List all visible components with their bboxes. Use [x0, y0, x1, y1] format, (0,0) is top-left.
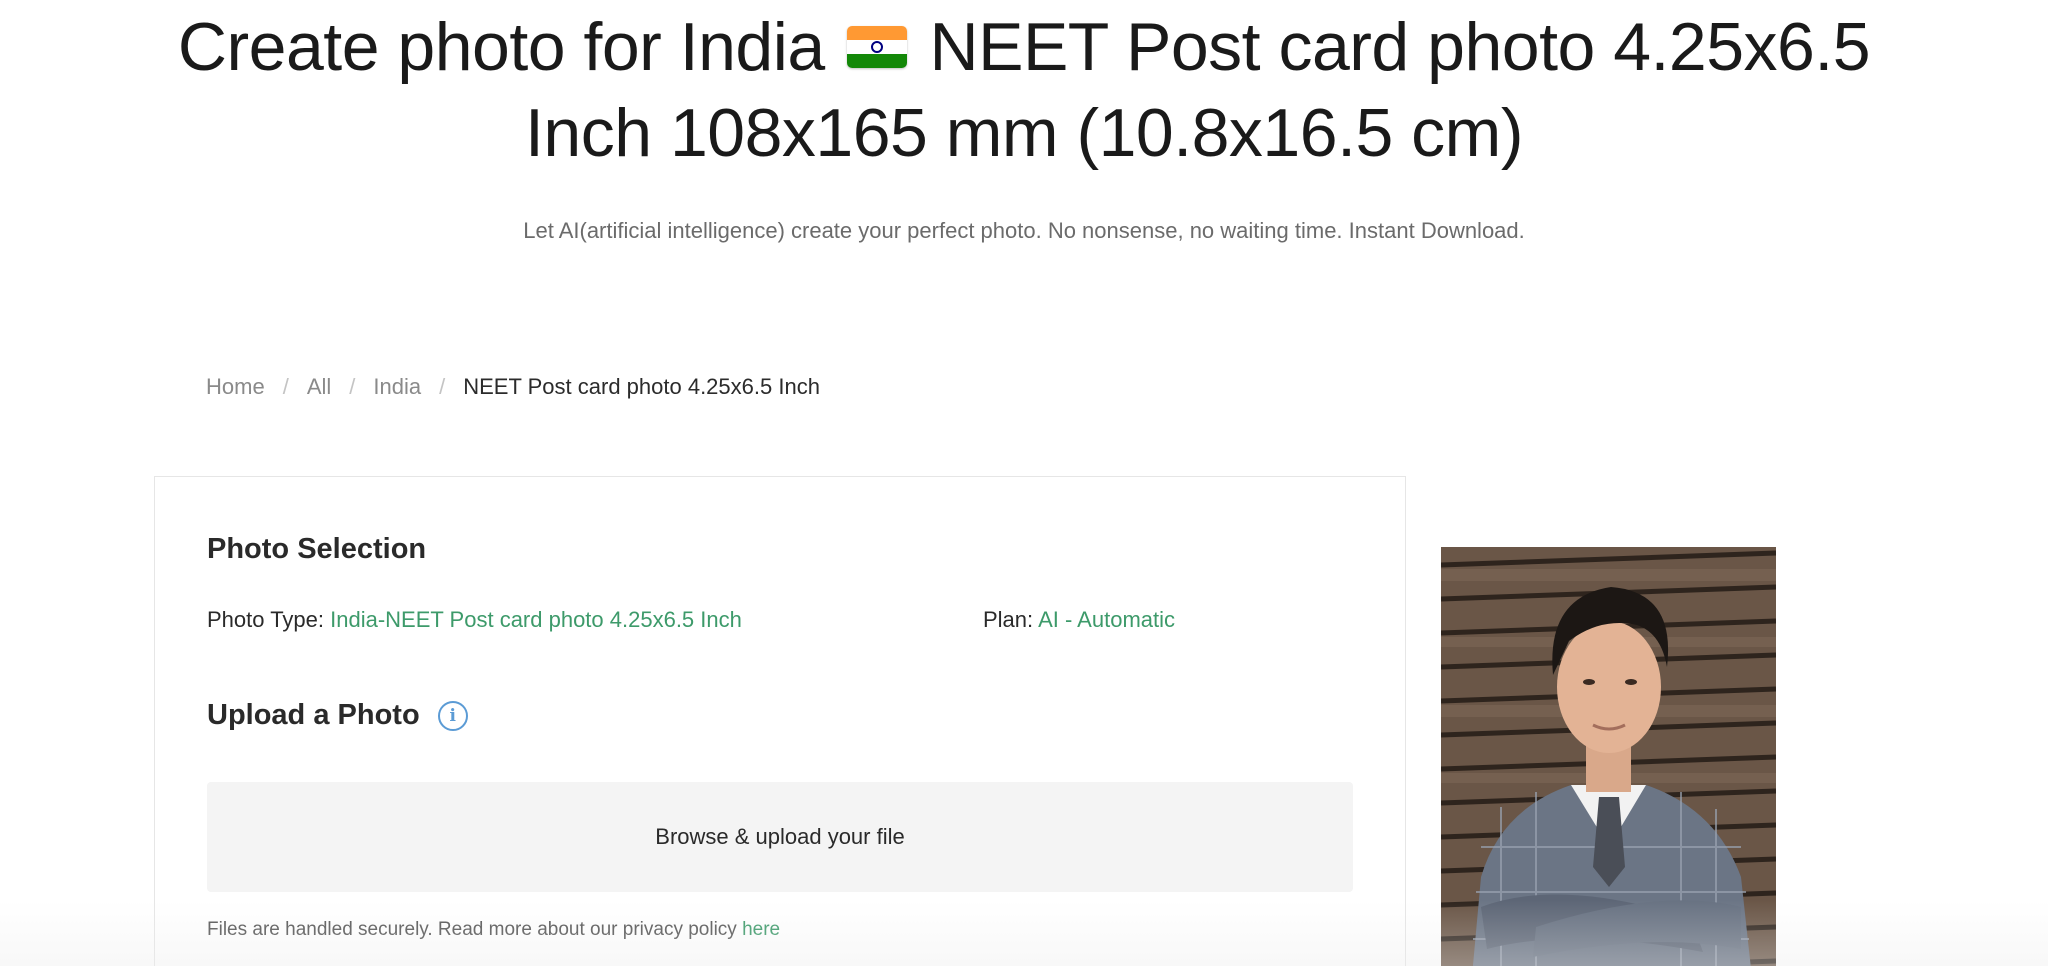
sample-portrait-image [1441, 547, 1776, 966]
photo-selection-card: Photo Selection Photo Type: India-NEET P… [154, 476, 1406, 966]
plan-row: Plan: AI - Automatic [983, 607, 1175, 633]
photo-type-label: Photo Type: [207, 607, 325, 632]
page-title: Create photo for India NEET Post card ph… [0, 4, 2048, 176]
privacy-text: Files are handled securely. Read more ab… [207, 919, 737, 940]
page-title-part2: NEET Post card photo 4.25x6.5 [929, 9, 1871, 85]
plan-value: AI - Automatic [1038, 607, 1176, 632]
breadcrumb-current: NEET Post card photo 4.25x6.5 Inch [463, 374, 820, 399]
breadcrumb-home[interactable]: Home [206, 374, 265, 400]
breadcrumb-separator: / [282, 374, 289, 399]
photo-selection-title: Photo Selection [207, 533, 427, 565]
photo-type-value: India-NEET Post card photo 4.25x6.5 Inch [330, 607, 742, 632]
page-subtitle: Let AI(artificial intelligence) create y… [523, 218, 1525, 243]
privacy-policy-link[interactable]: here [742, 919, 780, 940]
breadcrumb-all[interactable]: All [307, 374, 331, 400]
upload-title: Upload a Photo i [207, 699, 468, 732]
info-icon[interactable]: i [437, 700, 468, 731]
breadcrumb-separator: / [349, 374, 356, 399]
page-title-line2: Inch 108x165 mm (10.8x16.5 cm) [525, 95, 1523, 171]
upload-button-label: Browse & upload your file [655, 824, 905, 849]
breadcrumb: Home / All / India / NEET Post card phot… [206, 374, 820, 400]
india-flag-icon [847, 26, 908, 69]
breadcrumb-india[interactable]: India [373, 374, 421, 400]
upload-title-text: Upload a Photo [207, 699, 420, 731]
breadcrumb-separator: / [439, 374, 446, 399]
plan-label: Plan: [983, 607, 1034, 632]
upload-button[interactable]: Browse & upload your file [207, 782, 1353, 892]
photo-type-row: Photo Type: India-NEET Post card photo 4… [207, 607, 742, 633]
page: Create photo for India NEET Post card ph… [0, 0, 2048, 966]
page-title-part1: Create photo for India [177, 9, 825, 85]
privacy-note: Files are handled securely. Read more ab… [207, 919, 780, 941]
